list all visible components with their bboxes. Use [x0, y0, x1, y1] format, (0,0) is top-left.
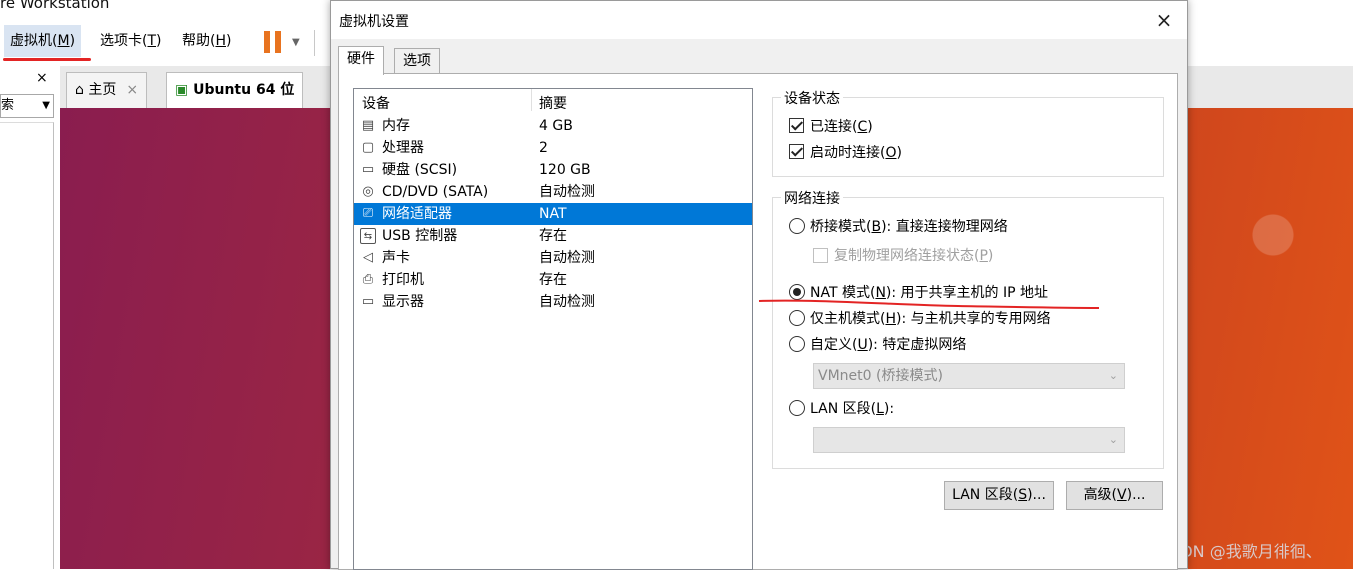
cpu-icon: ▢ [361, 140, 375, 155]
bridged-radio[interactable] [789, 218, 805, 234]
annotation-underline-nat [758, 299, 1100, 309]
list-item[interactable]: ▭ 显示器 自动检测 [354, 291, 752, 313]
hard-disk-icon: ▭ [361, 162, 375, 177]
usb-icon: ⇆ [360, 228, 376, 244]
network-adapter-icon: ⎚ [362, 206, 374, 221]
library-tree[interactable] [0, 122, 54, 569]
app-title: re Workstation [0, 0, 110, 12]
menu-help[interactable]: 帮助(H) [176, 25, 237, 57]
list-item[interactable]: ◎ CD/DVD (SATA) 自动检测 [354, 181, 752, 203]
lan-segment-radio[interactable] [789, 400, 805, 416]
chevron-down-icon: ⌄ [1108, 433, 1118, 446]
vmnet-select[interactable]: VMnet0 (桥接模式) ⌄ [813, 363, 1125, 389]
connected-label[interactable]: 已连接(C) [810, 116, 873, 136]
list-item[interactable]: ▢ 处理器 2 [354, 137, 752, 159]
device-status-group: 设备状态 已连接(C) 启动时连接(O) [772, 88, 1164, 177]
close-icon[interactable]: × [1151, 7, 1177, 33]
replicate-state-label[interactable]: 复制物理网络连接状态(P) [834, 245, 993, 265]
pause-icon[interactable] [264, 31, 282, 53]
library-search[interactable]: 索 ▼ [0, 94, 54, 118]
connected-checkbox[interactable] [789, 118, 804, 133]
chevron-down-icon: ⌄ [1108, 369, 1118, 382]
host-only-radio[interactable] [789, 310, 805, 326]
cd-dvd-icon: ◎ [362, 184, 374, 199]
vm-running-icon: ▣ [175, 82, 189, 98]
home-icon: ⌂ [75, 82, 84, 98]
device-list[interactable]: 设备 摘要 ▤ 内存 4 GB ▢ 处理器 2 ▭ 硬盘 (SCSI) 120 … [353, 88, 753, 570]
tab-ubuntu[interactable]: ▣ Ubuntu 64 位 [166, 72, 304, 108]
lan-segments-button[interactable]: LAN 区段(S)... [944, 481, 1054, 510]
toolbar-separator [314, 30, 315, 56]
list-item[interactable]: ◁ 声卡 自动检测 [354, 247, 752, 269]
lan-segment-label[interactable]: LAN 区段(L): [810, 398, 894, 418]
advanced-button[interactable]: 高级(V)... [1066, 481, 1163, 510]
menu-vm[interactable]: 虚拟机(M) [4, 25, 82, 57]
library-panel: × 索 ▼ [0, 66, 58, 569]
vm-settings-dialog: 虚拟机设置 × 硬件 选项 设备 摘要 ▤ 内存 4 GB ▢ 处理器 2 ▭ … [330, 0, 1188, 570]
chevron-down-icon[interactable]: ▼ [292, 37, 300, 48]
printer-icon: ⎙ [362, 272, 374, 287]
lan-segment-select[interactable]: ⌄ [813, 427, 1125, 453]
connect-on-start-label[interactable]: 启动时连接(O) [810, 142, 902, 162]
tab-options[interactable]: 选项 [394, 48, 440, 74]
custom-label[interactable]: 自定义(U): 特定虚拟网络 [810, 334, 966, 354]
connect-on-start-checkbox[interactable] [789, 144, 804, 159]
list-item-selected[interactable]: ⎚ 网络适配器 NAT [354, 203, 752, 225]
column-summary[interactable]: 摘要 [539, 93, 567, 113]
list-item[interactable]: ▤ 内存 4 GB [354, 115, 752, 137]
column-divider[interactable] [531, 89, 532, 111]
list-item[interactable]: ▭ 硬盘 (SCSI) 120 GB [354, 159, 752, 181]
close-icon[interactable]: × [36, 70, 48, 86]
device-status-legend: 设备状态 [781, 88, 843, 108]
network-connection-group: 网络连接 桥接模式(B): 直接连接物理网络 复制物理网络连接状态(P) NAT… [772, 188, 1164, 469]
dialog-titlebar[interactable]: 虚拟机设置 × [331, 1, 1187, 39]
column-device[interactable]: 设备 [362, 93, 390, 113]
menu-tabs[interactable]: 选项卡(T) [94, 25, 168, 57]
monitor-icon: ▭ [361, 294, 375, 309]
tab-home[interactable]: ⌂ 主页 × [66, 72, 148, 108]
speaker-icon: ◁ [363, 250, 373, 265]
host-only-label[interactable]: 仅主机模式(H): 与主机共享的专用网络 [810, 308, 1051, 328]
annotation-underline-menu [3, 58, 91, 61]
network-connection-legend: 网络连接 [781, 188, 843, 208]
replicate-state-checkbox[interactable] [813, 248, 828, 263]
menubar: 虚拟机(M) 选项卡(T) 帮助(H) ▼ [0, 22, 330, 62]
bridged-label[interactable]: 桥接模式(B): 直接连接物理网络 [810, 216, 1008, 236]
list-header: 设备 摘要 [354, 89, 752, 113]
close-icon[interactable]: × [126, 82, 138, 98]
tab-hardware[interactable]: 硬件 [338, 46, 384, 75]
dialog-title: 虚拟机设置 [339, 14, 409, 30]
ubuntu-logo-icon [1218, 180, 1328, 290]
custom-radio[interactable] [789, 336, 805, 352]
list-item[interactable]: ⎙ 打印机 存在 [354, 269, 752, 291]
list-item[interactable]: ⇆ USB 控制器 存在 [354, 225, 752, 247]
chevron-down-icon[interactable]: ▼ [42, 95, 50, 117]
memory-icon: ▤ [361, 118, 375, 133]
